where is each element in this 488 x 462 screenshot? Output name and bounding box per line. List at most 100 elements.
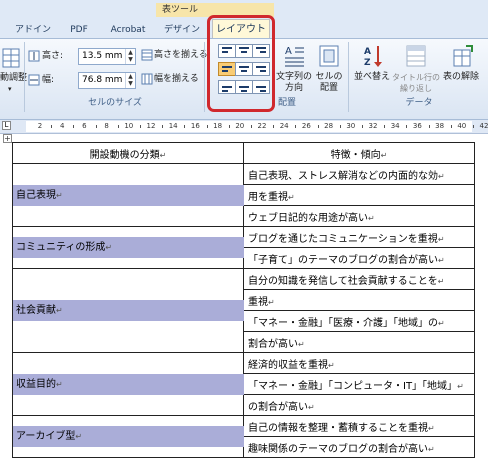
paragraph-mark: ↵ <box>105 243 113 252</box>
cell-margins-icon[interactable] <box>318 44 340 68</box>
distribute-columns-icon <box>141 73 153 85</box>
category-cell[interactable]: アーカイブ型↵ <box>12 415 244 458</box>
cell-margins-button[interactable]: セルの配置 <box>314 72 344 94</box>
feature-cell[interactable]: 自己の情報を整理・蓄積することを重視↵ <box>243 415 475 437</box>
tab-addins[interactable]: アドイン <box>14 22 52 38</box>
ruler-tick <box>339 125 341 128</box>
height-label: 高さ: <box>42 51 64 61</box>
paragraph-mark: ↵ <box>428 444 435 454</box>
ruler-number: 36 <box>412 122 422 130</box>
width-input[interactable]: 76.8 mm ▲ ▼ <box>78 72 136 89</box>
feature-cell[interactable]: 重視↵ <box>243 289 475 311</box>
spin-arrows-icon[interactable]: ▲ ▼ <box>125 49 135 64</box>
feature-cell[interactable]: 経済的収益を重視↵ <box>243 352 475 374</box>
feature-cell[interactable]: 自己表現、ストレス解消などの内面的な効↵ <box>243 163 475 185</box>
feature-cell[interactable]: 割合が高い↵ <box>243 331 475 353</box>
autofit-icon[interactable] <box>2 48 20 68</box>
ruler-tick <box>206 125 208 128</box>
feature-cell[interactable]: 趣味関係のテーマのブログの割合が高い↵ <box>243 436 475 458</box>
category-cell[interactable]: 社会貢献↵ <box>12 268 244 353</box>
ruler-number: 10 <box>124 122 134 130</box>
ruler-tick <box>428 125 430 128</box>
data-table: 開設動機の分類↵ 特徴・傾向↵ 自己表現↵ 自己表現、ストレス解消などの内面的な効↵ 用… <box>12 142 475 458</box>
distribute-columns-button[interactable]: 幅を揃える <box>154 74 199 85</box>
feature-text: 割合が高い <box>248 338 298 350</box>
table-row: コミュニティの形成↵ ブログを通じたコミュニケーションを重視↵ <box>12 226 475 269</box>
svg-text:A: A <box>364 47 371 57</box>
category-cell[interactable]: 自己表現↵ <box>12 163 244 227</box>
paragraph-mark: ↵ <box>288 192 295 202</box>
row-height-icon <box>28 50 40 62</box>
height-input[interactable]: 13.5 mm ▲ ▼ <box>78 48 136 65</box>
spin-arrows-icon[interactable]: ▲ ▼ <box>125 73 135 88</box>
distribute-rows-button[interactable]: 高さを揃える <box>154 50 208 61</box>
feature-text: 自己表現、ストレス解消などの内面的な効 <box>248 170 438 182</box>
paragraph-mark: ↵ <box>268 297 275 307</box>
paragraph-mark: ↵ <box>159 150 167 160</box>
tab-selector-icon[interactable]: L <box>2 121 11 130</box>
feature-cell[interactable]: ウェブ日記的な用途が高い↵ <box>243 205 475 227</box>
ruler-tick <box>228 125 230 128</box>
data-group-label: データ <box>405 98 433 108</box>
convert-to-text-icon[interactable] <box>452 44 474 68</box>
tab-design[interactable]: デザイン <box>160 22 204 38</box>
ruler-number: 4 <box>59 122 65 130</box>
feature-text: ブログを通じたコミュニケーションを重視 <box>248 233 438 245</box>
paragraph-mark: ↵ <box>437 276 445 286</box>
tab-pdf[interactable]: PDF <box>64 22 94 38</box>
text-direction-button[interactable]: 文字列の方向 <box>276 72 312 94</box>
ruler-tick <box>73 125 75 128</box>
feature-text: 自分の知識を発信して社会貢献することを <box>248 275 438 287</box>
paragraph-mark: ↵ <box>308 402 315 412</box>
ruler-tick <box>295 125 297 128</box>
ruler-number: 2 <box>37 122 43 130</box>
feature-text: 用を重視 <box>248 191 288 203</box>
ruler-tick <box>384 125 386 128</box>
ruler-number: 38 <box>435 122 445 130</box>
paragraph-mark: ↵ <box>438 318 445 328</box>
paragraph-mark: ↵ <box>428 423 435 433</box>
chevron-down-icon[interactable]: ▾ <box>8 84 12 95</box>
feature-cell[interactable]: 「子育て」のテーマのブログの割合が高い↵ <box>243 247 475 269</box>
sort-button[interactable]: 並べ替え <box>354 72 390 83</box>
ruler-number: 20 <box>235 122 245 130</box>
category-label: 収益目的 <box>16 378 56 390</box>
table-header-cell[interactable]: 特徴・傾向↵ <box>243 142 475 164</box>
alignment-group-label: 配置 <box>278 98 297 108</box>
feature-cell[interactable]: 「マネー・金融」「コンピュータ・IT」「地域」↵ <box>243 373 475 395</box>
repeat-header-rows-icon[interactable] <box>405 44 427 68</box>
feature-cell[interactable]: 自分の知識を発信して社会貢献することを↵ <box>243 268 475 290</box>
table-header-cell[interactable]: 開設動機の分類↵ <box>12 142 244 164</box>
convert-to-text-button[interactable]: 表の解除 <box>443 72 479 83</box>
ruler-tick <box>95 125 97 128</box>
table-header-text: 開設動機の分類 <box>89 149 160 161</box>
sort-icon[interactable]: A Z <box>363 44 383 68</box>
category-highlight: 収益目的↵ <box>13 373 244 395</box>
ruler-tick <box>273 125 275 128</box>
category-cell[interactable]: コミュニティの形成↵ <box>12 226 244 269</box>
ruler-tick <box>117 125 119 128</box>
ruler-number: 32 <box>368 122 378 130</box>
category-cell[interactable]: 収益目的↵ <box>12 352 244 416</box>
ruler-text-area <box>26 121 472 132</box>
autofit-button[interactable]: 動調整 <box>0 73 27 84</box>
feature-cell[interactable]: 「マネー・金融」「医療・介護」「地域」の↵ <box>243 310 475 332</box>
ruler-number: 6 <box>82 122 87 130</box>
ruler-tick <box>450 125 452 128</box>
category-label: 自己表現 <box>16 189 56 201</box>
feature-cell[interactable]: 用を重視↵ <box>243 184 475 206</box>
svg-text:A: A <box>285 46 292 57</box>
tab-acrobat[interactable]: Acrobat <box>106 22 150 38</box>
feature-cell[interactable]: ブログを通じたコミュニケーションを重視↵ <box>243 226 475 248</box>
text-direction-icon[interactable]: A <box>283 44 305 68</box>
group-separator <box>348 42 349 112</box>
repeat-header-rows-button[interactable]: タイトル行の繰り返し <box>392 72 440 94</box>
feature-text: 「マネー・金融」「コンピュータ・IT」「地域」 <box>248 380 458 392</box>
ruler-tick <box>162 125 164 128</box>
table-header-text: 特徴・傾向 <box>330 149 381 161</box>
table-move-handle-icon[interactable]: + <box>3 134 12 143</box>
feature-cell[interactable]: の割合が高い↵ <box>243 394 475 416</box>
ruler-number: 12 <box>146 122 156 130</box>
paragraph-mark: ↵ <box>438 255 445 265</box>
ruler-number: 22 <box>257 122 267 130</box>
